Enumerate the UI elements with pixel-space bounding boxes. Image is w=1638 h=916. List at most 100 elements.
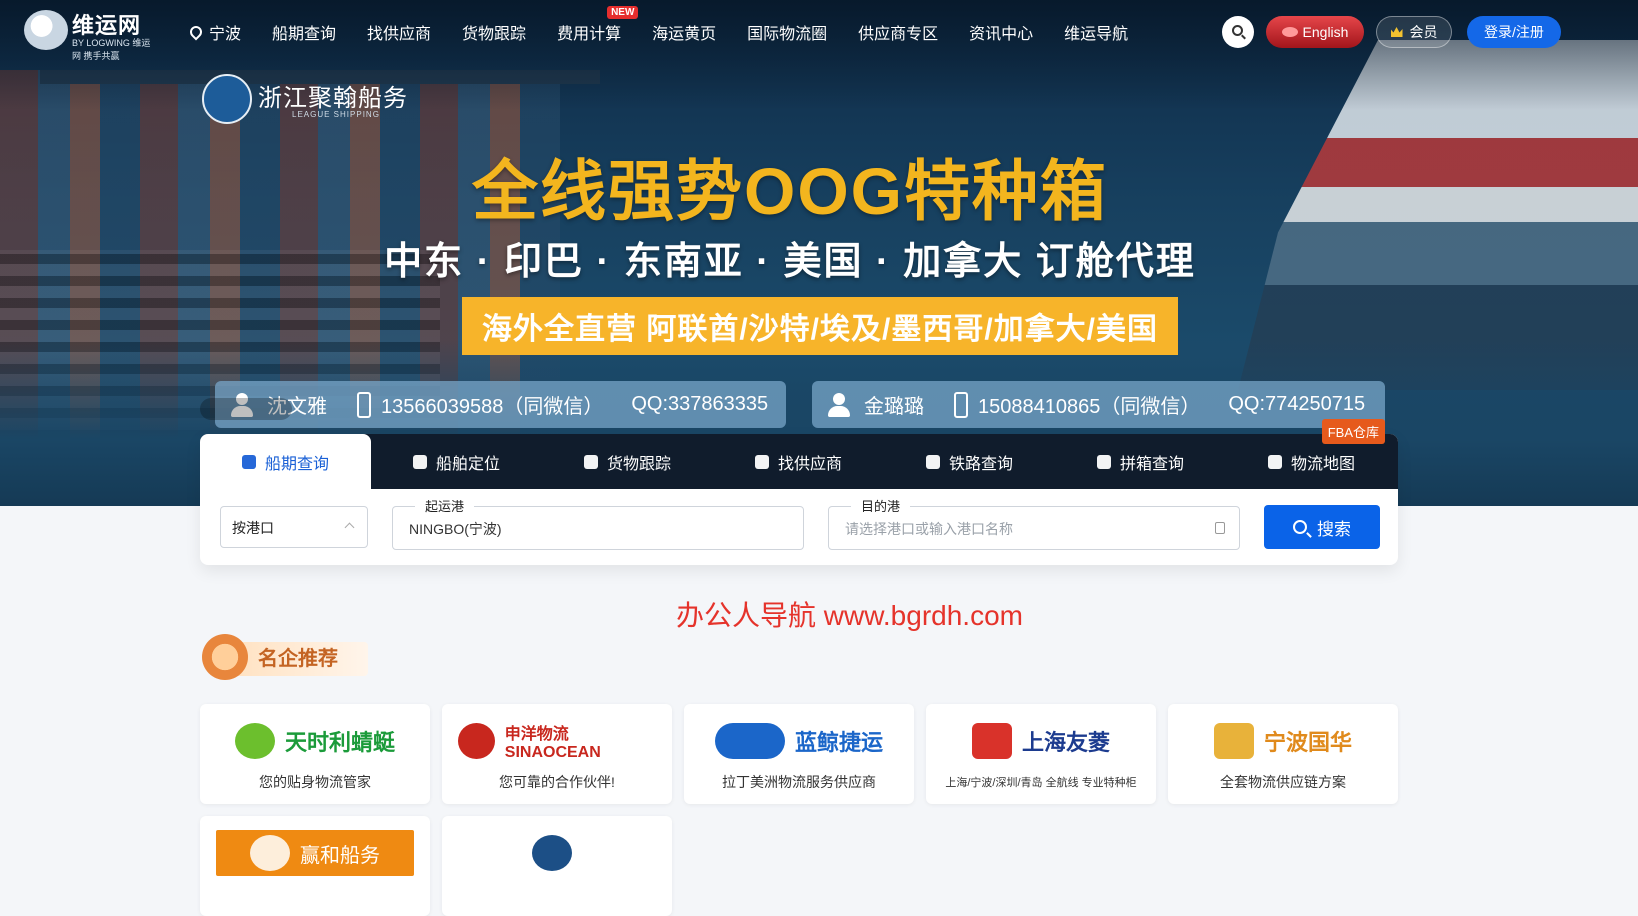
carousel-dots[interactable] bbox=[200, 398, 292, 420]
company-logo-icon bbox=[532, 835, 572, 871]
search-label: 搜索 bbox=[1317, 519, 1351, 539]
contact-name: 金璐璐 bbox=[864, 396, 924, 418]
tab-logistics-map[interactable]: 物流地图 FBA仓库 bbox=[1226, 419, 1397, 489]
english-button[interactable]: English bbox=[1266, 16, 1364, 48]
origin-port-field[interactable]: 起运港 NINGBO(宁波) bbox=[392, 496, 804, 550]
nav-item-fee-calculator[interactable]: 费用计算 NEW bbox=[557, 6, 639, 44]
featured-badge-icon bbox=[202, 634, 248, 680]
search-button[interactable] bbox=[1222, 16, 1254, 48]
company-logo: 天时利蜻蜓 bbox=[216, 718, 414, 764]
company-name: 蓝鲸捷运 bbox=[794, 730, 883, 755]
nav-item-news[interactable]: 资讯中心 bbox=[969, 20, 1033, 44]
tab-label: 铁路查询 bbox=[948, 455, 1013, 473]
nav-item-tracking[interactable]: 货物跟踪 bbox=[462, 20, 526, 44]
phone-icon bbox=[357, 391, 371, 418]
destination-placeholder: 请选择港口或输入港口名称 bbox=[845, 521, 1013, 537]
company-logo: 宁波国华 bbox=[1184, 718, 1382, 764]
sinaocean-logo-icon bbox=[458, 723, 495, 759]
mode-select[interactable]: 按港口 bbox=[220, 506, 368, 548]
company-card[interactable]: 赢和船务 bbox=[200, 816, 430, 916]
tab-find-suppliers[interactable]: 找供应商 bbox=[713, 434, 884, 489]
search-submit-button[interactable]: 搜索 bbox=[1264, 505, 1380, 549]
contact-phone: 13566039588（同微信） bbox=[381, 396, 604, 418]
tab-schedule[interactable]: 船期查询 bbox=[200, 434, 371, 489]
truck-icon bbox=[583, 454, 598, 469]
ship-logo-icon bbox=[202, 74, 252, 124]
new-badge: NEW bbox=[607, 6, 639, 19]
company-desc: 您的贴身物流管家 bbox=[259, 774, 371, 790]
nav-item-label: 费用计算 bbox=[557, 26, 622, 43]
tab-rail-query[interactable]: 铁路查询 bbox=[884, 434, 1055, 489]
location-selector[interactable]: 宁波 bbox=[187, 20, 242, 44]
map-icon bbox=[1267, 454, 1282, 469]
logo-subtitle: BY LOGWING 维运网 携手共赢 bbox=[72, 38, 151, 61]
company-logo: 赢和船务 bbox=[216, 830, 414, 876]
origin-value: NINGBO(宁波) bbox=[409, 521, 502, 537]
tab-vessel-position[interactable]: 船舶定位 bbox=[371, 434, 542, 489]
company-card[interactable] bbox=[442, 816, 672, 916]
company-card[interactable]: 申洋物流 SINAOCEAN 您可靠的合作伙伴! bbox=[442, 704, 672, 804]
contact-qq: QQ:337863335 bbox=[631, 393, 769, 415]
company-name: 宁波国华 bbox=[1263, 730, 1352, 755]
train-icon bbox=[925, 454, 940, 469]
nav-item-logistics-circle[interactable]: 国际物流圈 bbox=[747, 20, 827, 44]
tab-label: 找供应商 bbox=[777, 455, 842, 473]
tab-label: 船舶定位 bbox=[435, 455, 500, 473]
boxes-icon bbox=[1096, 454, 1111, 469]
company-card[interactable]: 蓝鲸捷运 拉丁美洲物流服务供应商 bbox=[684, 704, 914, 804]
destination-port-field[interactable]: 目的港 请选择港口或输入港口名称 bbox=[828, 496, 1240, 550]
person-icon bbox=[826, 392, 852, 418]
site-logo[interactable]: 维运网 BY LOGWING 维运网 携手共赢 bbox=[24, 8, 152, 61]
tab-lcl-query[interactable]: 拼箱查询 bbox=[1055, 434, 1226, 489]
contact-phone: 15088410865（同微信） bbox=[978, 396, 1201, 418]
ad-company-name: 浙江聚翰船务 bbox=[258, 85, 408, 112]
featured-title: 名企推荐 bbox=[234, 642, 368, 676]
tab-label: 物流地图 bbox=[1290, 455, 1355, 473]
nav-item-supplier-zone[interactable]: 供应商专区 bbox=[858, 20, 938, 44]
ulink-logo-icon bbox=[971, 723, 1012, 759]
nav-item-navigation[interactable]: 维运导航 bbox=[1064, 20, 1128, 44]
chevron-up-icon bbox=[344, 522, 355, 533]
location-label: 宁波 bbox=[209, 26, 242, 43]
company-name: 赢和船务 bbox=[300, 844, 380, 867]
nav-item-schedule[interactable]: 船期查询 bbox=[272, 20, 336, 44]
company-logo: 蓝鲸捷运 bbox=[700, 718, 898, 764]
nav-item-suppliers[interactable]: 找供应商 bbox=[367, 20, 431, 44]
nav-item-yellow-pages[interactable]: 海运黄页 bbox=[652, 20, 716, 44]
ad-routes: 中东 · 印巴 · 东南亚 · 美国 · 加拿大 订舱代理 bbox=[384, 241, 1196, 283]
copy-icon[interactable] bbox=[1215, 522, 1225, 534]
winho-logo-icon bbox=[250, 835, 290, 871]
guohua-logo-icon bbox=[1213, 723, 1254, 759]
dragonfly-logo-icon bbox=[234, 723, 275, 759]
featured-section-title: 名企推荐 bbox=[202, 634, 368, 682]
login-register-button[interactable]: 登录/注册 bbox=[1467, 16, 1561, 48]
company-name: 上海友菱 bbox=[1021, 730, 1110, 755]
destination-label: 目的港 bbox=[851, 496, 911, 515]
origin-label: 起运港 bbox=[415, 496, 475, 515]
tab-label: 拼箱查询 bbox=[1119, 455, 1184, 473]
ad-headline: 全线强势OOG特种箱 bbox=[471, 154, 1108, 228]
member-button[interactable]: 会员 bbox=[1376, 16, 1452, 48]
hero-banner[interactable]: 浙江聚翰船务 LEAGUE SHIPPING 全线强势OOG特种箱 中东 · 印… bbox=[0, 0, 1638, 506]
ad-company-en: LEAGUE SHIPPING bbox=[292, 110, 380, 119]
mode-select-value: 按港口 bbox=[232, 520, 274, 536]
company-card[interactable]: 宁波国华 全套物流供应链方案 bbox=[1168, 704, 1398, 804]
main-menu: 宁波 船期查询 找供应商 货物跟踪 费用计算 NEW 海运黄页 国际物流圈 供应… bbox=[187, 6, 1159, 44]
contact-card: 金璐璐 15088410865（同微信） QQ:774250715 bbox=[812, 381, 1385, 428]
company-card[interactable]: 天时利蜻蜓 您的贴身物流管家 bbox=[200, 704, 430, 804]
company-desc: 上海/宁波/深圳/青岛 全航线 专业特种柜 bbox=[945, 777, 1137, 789]
search-icon bbox=[1293, 520, 1307, 534]
company-card[interactable]: 上海友菱 上海/宁波/深圳/青岛 全航线 专业特种柜 bbox=[926, 704, 1156, 804]
ship-icon bbox=[241, 454, 256, 469]
tab-cargo-tracking[interactable]: 货物跟踪 bbox=[542, 434, 713, 489]
ad-company-logo: 浙江聚翰船务 LEAGUE SHIPPING bbox=[202, 74, 422, 124]
crown-icon bbox=[1390, 27, 1403, 37]
tab-label: 船期查询 bbox=[264, 455, 329, 473]
luewhal-logo-icon bbox=[714, 723, 785, 759]
company-desc: 您可靠的合作伙伴! bbox=[499, 774, 615, 790]
contact-qq: QQ:774250715 bbox=[1228, 393, 1366, 415]
top-nav: 维运网 BY LOGWING 维运网 携手共赢 宁波 船期查询 找供应商 货物跟… bbox=[0, 0, 1638, 64]
tab-label: 货物跟踪 bbox=[606, 455, 671, 473]
logo-ship-icon bbox=[24, 10, 68, 50]
location-pin-icon bbox=[187, 23, 205, 41]
